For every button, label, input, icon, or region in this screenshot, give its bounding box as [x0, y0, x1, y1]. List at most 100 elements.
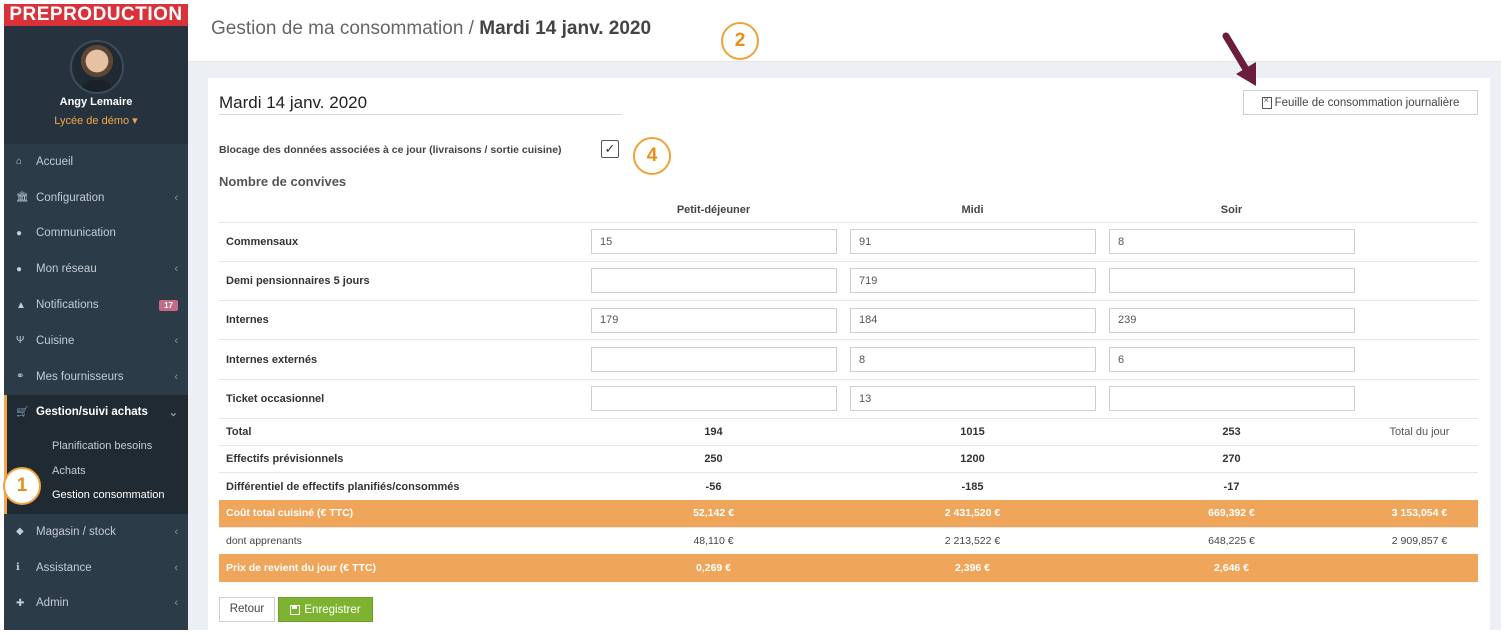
- cart-icon: 🛒: [16, 406, 29, 418]
- table-row-total: Total 194 1015 253 Total du jour: [219, 417, 1478, 446]
- bell-icon: ▲: [16, 299, 26, 311]
- chevron-left-icon: ‹: [174, 263, 178, 276]
- internes-lunch-input[interactable]: [850, 307, 1096, 333]
- table-row-cout-total: Coût total cuisiné (€ TTC) 52,142 € 2 43…: [219, 500, 1478, 528]
- sidebar-item-label: Notifications: [36, 299, 99, 312]
- user-profile: Angy Lemaire Lycée de démo ▾: [4, 26, 188, 144]
- table-row-internes: Internes: [219, 300, 1478, 340]
- ticket-occasionnel-lunch-input[interactable]: [850, 386, 1096, 412]
- internes-externes-breakfast-input[interactable]: [591, 347, 837, 373]
- forecast-lunch: 1200: [843, 445, 1102, 473]
- school-selector[interactable]: Lycée de démo ▾: [4, 114, 188, 127]
- sidebar-item-mon-reseau[interactable]: ● Mon réseau ‹: [4, 251, 188, 287]
- ticket-occasionnel-breakfast-input[interactable]: [591, 386, 837, 412]
- submenu-item-planification-besoins[interactable]: Planification besoins: [7, 434, 188, 459]
- save-button-label: Enregistrer: [304, 603, 361, 616]
- ticket-occasionnel-dinner-input[interactable]: [1109, 386, 1355, 412]
- sidebar-item-notifications[interactable]: ▲ Notifications 17: [4, 287, 188, 323]
- internes-breakfast-input[interactable]: [591, 307, 837, 333]
- chevron-left-icon: ‹: [174, 191, 178, 204]
- forecast-dinner: 270: [1102, 445, 1361, 473]
- row-label: Coût total cuisiné (€ TTC): [219, 500, 584, 528]
- difference-dinner: -17: [1102, 472, 1361, 501]
- notification-count-badge: 17: [159, 299, 178, 311]
- sidebar-item-label: Configuration: [36, 191, 105, 204]
- sidebar-item-label: Magasin / stock: [36, 525, 116, 538]
- row-label: Total: [219, 417, 584, 446]
- page-title-date: Mardi 14 janv. 2020: [479, 18, 652, 39]
- cost-dinner: 669,392 €: [1102, 500, 1361, 528]
- sidebar-item-configuration[interactable]: 🏛 Configuration ‹: [4, 180, 188, 216]
- sidebar-item-magasin-stock[interactable]: ◆ Magasin / stock ‹: [4, 514, 188, 550]
- daily-consumption-sheet-label: Feuille de consommation journalière: [1274, 96, 1460, 109]
- data-lock-checkbox[interactable]: ✓: [601, 140, 619, 158]
- save-button[interactable]: Enregistrer: [278, 597, 373, 622]
- learners-breakfast: 48,110 €: [584, 526, 843, 555]
- users-icon: ●: [16, 263, 23, 275]
- row-label: Prix de revient du jour (€ TTC): [219, 554, 584, 582]
- chat-icon: ●: [16, 227, 23, 239]
- home-icon: ⌂: [16, 156, 23, 168]
- row-label: dont apprenants: [219, 526, 584, 555]
- unit-cost-breakfast: 0,269 €: [584, 554, 843, 582]
- sidebar-item-mes-fournisseurs[interactable]: ⚭ Mes fournisseurs ‹: [4, 359, 188, 395]
- row-label: Demi pensionnaires 5 jours: [219, 260, 584, 301]
- table-row-internes-externes: Internes externés: [219, 339, 1478, 380]
- total-day-label: Total du jour: [1361, 417, 1478, 446]
- cubes-icon: ◆: [16, 526, 24, 538]
- forecast-breakfast: 250: [584, 445, 843, 473]
- sidebar-item-assistance[interactable]: ℹ Assistance ‹: [4, 550, 188, 586]
- page-title-prefix: Gestion de ma consommation /: [211, 18, 480, 39]
- table-row-commensaux: Commensaux: [219, 221, 1478, 262]
- sidebar-item-label: Mes fournisseurs: [36, 370, 124, 383]
- difference-lunch: -185: [843, 472, 1102, 501]
- demi-pensionnaires-lunch-input[interactable]: [850, 268, 1096, 294]
- chevron-left-icon: ‹: [174, 561, 178, 574]
- back-button[interactable]: Retour: [219, 597, 275, 622]
- internes-dinner-input[interactable]: [1109, 307, 1355, 333]
- commensaux-dinner-input[interactable]: [1109, 229, 1355, 255]
- chevron-left-icon: ‹: [174, 334, 178, 347]
- chevron-left-icon: ‹: [174, 525, 178, 538]
- sidebar-item-label: Cuisine: [36, 334, 75, 347]
- table-header-row: Petit-déjeuner Midi Soir: [219, 198, 1478, 222]
- chevron-left-icon: ‹: [174, 370, 178, 383]
- table-row-prix-revient: Prix de revient du jour (€ TTC) 0,269 € …: [219, 554, 1478, 582]
- commensaux-lunch-input[interactable]: [850, 229, 1096, 255]
- sidebar-item-label: Gestion/suivi achats: [36, 406, 148, 419]
- sidebar-item-label: Mon réseau: [36, 263, 97, 276]
- column-header-breakfast: Petit-déjeuner: [676, 203, 751, 216]
- sidebar: PREPRODUCTION Angy Lemaire Lycée de démo…: [4, 4, 188, 630]
- info-icon: ℹ: [16, 562, 20, 574]
- data-lock-label: Blocage des données associées à ce jour …: [219, 144, 562, 156]
- demi-pensionnaires-breakfast-input[interactable]: [591, 268, 837, 294]
- table-row-demi-pensionnaires: Demi pensionnaires 5 jours: [219, 260, 1478, 301]
- bank-icon: 🏛: [16, 192, 29, 204]
- sidebar-item-label: Accueil: [36, 155, 74, 168]
- commensaux-breakfast-input[interactable]: [591, 229, 837, 255]
- unit-cost-day: [1361, 554, 1478, 582]
- day-title: Mardi 14 janv. 2020: [219, 93, 622, 115]
- sidebar-item-label: Assistance: [36, 561, 92, 574]
- total-lunch: 1015: [843, 417, 1102, 446]
- floppy-disk-icon: [290, 604, 301, 615]
- sidebar-item-label: Communication: [36, 227, 116, 240]
- column-header-lunch: Midi: [961, 203, 984, 216]
- user-name: Angy Lemaire: [59, 96, 133, 108]
- daily-consumption-sheet-button[interactable]: Feuille de consommation journalière: [1243, 90, 1478, 115]
- sidebar-menu: ⌂ Accueil 🏛 Configuration ‹ ● Communicat…: [4, 144, 188, 621]
- row-label: Effectifs prévisionnels: [219, 445, 584, 473]
- cost-breakfast: 52,142 €: [584, 500, 843, 528]
- sidebar-item-gestion-suivi-achats[interactable]: 🛒 Gestion/suivi achats ⌄: [4, 394, 188, 431]
- sidebar-item-label: Admin: [36, 597, 69, 610]
- internes-externes-dinner-input[interactable]: [1109, 347, 1355, 373]
- avatar[interactable]: [70, 40, 124, 94]
- sidebar-item-communication[interactable]: ● Communication: [4, 216, 188, 252]
- sidebar-item-admin[interactable]: ✚ Admin ‹: [4, 585, 188, 621]
- sidebar-item-accueil[interactable]: ⌂ Accueil: [4, 144, 188, 180]
- demi-pensionnaires-dinner-input[interactable]: [1109, 268, 1355, 294]
- internes-externes-lunch-input[interactable]: [850, 347, 1096, 373]
- learners-dinner: 648,225 €: [1102, 526, 1361, 555]
- table-row-differentiel: Différentiel de effectifs planifiés/cons…: [219, 472, 1478, 501]
- sidebar-item-cuisine[interactable]: Ψ Cuisine ‹: [4, 323, 188, 359]
